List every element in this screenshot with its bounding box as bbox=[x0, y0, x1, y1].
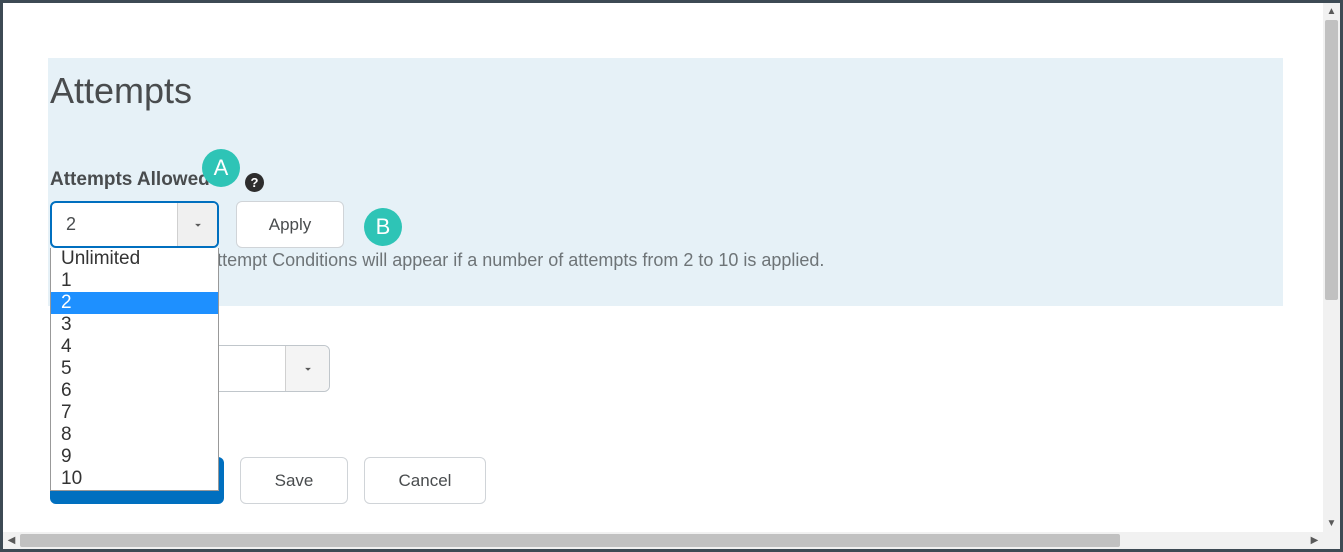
scroll-right-arrow-icon[interactable]: ▶ bbox=[1306, 532, 1323, 549]
dropdown-option-6[interactable]: 6 bbox=[51, 380, 218, 402]
chevron-down-icon bbox=[177, 203, 217, 246]
dropdown-option-2[interactable]: 2 bbox=[51, 292, 218, 314]
horizontal-scrollbar-thumb[interactable] bbox=[20, 534, 1120, 547]
scroll-left-arrow-icon[interactable]: ◀ bbox=[3, 532, 20, 549]
page-title: Attempts bbox=[50, 70, 192, 112]
apply-button[interactable]: Apply bbox=[236, 201, 344, 248]
dropdown-option-unlimited[interactable]: Unlimited bbox=[51, 248, 218, 270]
dropdown-option-10[interactable]: 10 bbox=[51, 468, 218, 490]
dropdown-option-1[interactable]: 1 bbox=[51, 270, 218, 292]
callout-badge-a: A bbox=[202, 149, 240, 187]
dropdown-option-8[interactable]: 8 bbox=[51, 424, 218, 446]
help-icon[interactable]: ? bbox=[245, 173, 264, 192]
horizontal-scrollbar[interactable]: ◀ ▶ bbox=[3, 532, 1323, 549]
vertical-scrollbar[interactable]: ▲ ▼ bbox=[1323, 3, 1340, 532]
cancel-button[interactable]: Cancel bbox=[364, 457, 486, 504]
scrollbar-corner bbox=[1323, 532, 1340, 549]
dropdown-option-9[interactable]: 9 bbox=[51, 446, 218, 468]
callout-badge-b: B bbox=[364, 208, 402, 246]
dropdown-option-5[interactable]: 5 bbox=[51, 358, 218, 380]
scroll-up-arrow-icon[interactable]: ▲ bbox=[1323, 3, 1340, 20]
attempts-allowed-dropdown[interactable]: Unlimited 1 2 3 4 5 6 7 8 9 10 bbox=[50, 248, 219, 491]
dropdown-option-3[interactable]: 3 bbox=[51, 314, 218, 336]
attempts-allowed-label: Attempts Allowed bbox=[50, 169, 210, 191]
attempts-allowed-select[interactable]: 2 bbox=[50, 201, 219, 248]
content-viewport: Attempts Attempts Allowed ? A 2 Apply B … bbox=[3, 3, 1323, 532]
attempts-allowed-selected-value: 2 bbox=[52, 203, 177, 246]
dropdown-option-4[interactable]: 4 bbox=[51, 336, 218, 358]
chevron-down-icon bbox=[285, 346, 329, 391]
attempts-allowed-select-wrapper: 2 bbox=[50, 201, 219, 248]
save-button[interactable]: Save bbox=[240, 457, 348, 504]
dropdown-option-7[interactable]: 7 bbox=[51, 402, 218, 424]
scroll-down-arrow-icon[interactable]: ▼ bbox=[1323, 515, 1340, 532]
vertical-scrollbar-thumb[interactable] bbox=[1325, 20, 1338, 300]
